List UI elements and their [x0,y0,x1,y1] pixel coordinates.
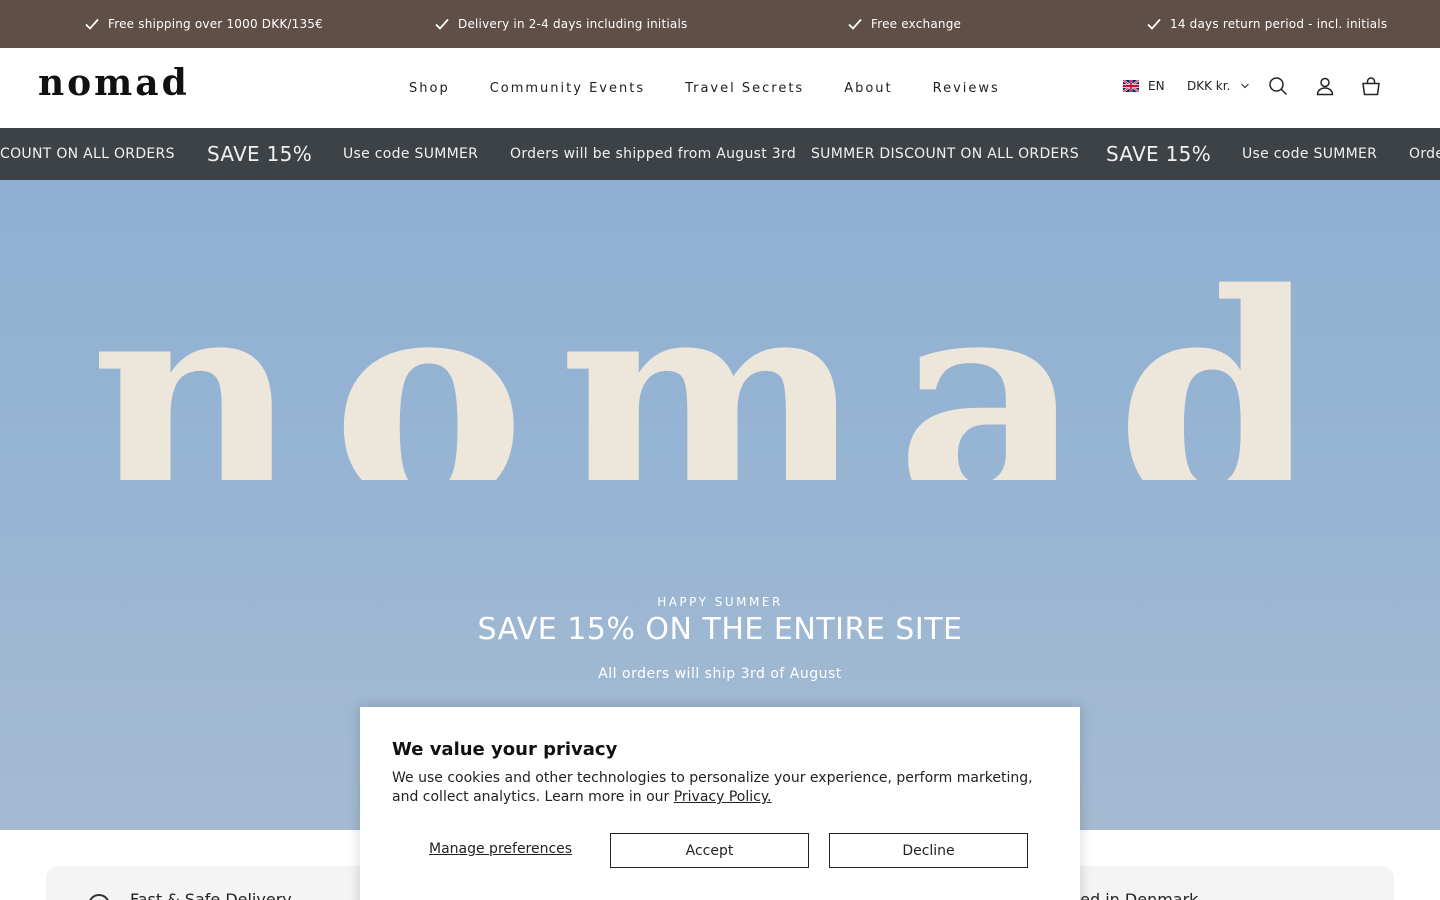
language-label: EN [1148,79,1165,93]
cookie-text: We use cookies and other technologies to… [392,769,1042,807]
nav-travel-secrets[interactable]: Travel Secrets [685,81,804,96]
delivery-icon [88,894,110,900]
privacy-policy-link[interactable]: Privacy Policy. [674,789,772,805]
marquee-item: COUNT ON ALL ORDERS [0,146,175,162]
hero-subtitle: All orders will ship 3rd of August [598,666,842,682]
cookie-title: We value your privacy [392,739,618,760]
announcement-text: Delivery in 2-4 days including initials [458,17,688,31]
language-selector[interactable]: EN [1123,79,1165,93]
currency-label: DKK kr. [1187,79,1231,93]
decline-button[interactable]: Decline [829,833,1028,868]
announcement-text: Free exchange [871,17,962,31]
announcement-bar: Free shipping over 1000 DKK/135€ Deliver… [0,0,1440,48]
hero-logo: nomad [89,231,1351,480]
announcement-item: 14 days return period - incl. initials [1146,0,1387,48]
cart-icon [1362,77,1380,96]
account-icon [1316,77,1334,96]
hero-logo-text: nomad [89,231,1351,480]
uk-flag-icon [1123,80,1139,92]
site-logo[interactable]: nomad [38,62,190,104]
marquee-item: Orde [1409,146,1440,162]
announcement-item: Delivery in 2-4 days including initials [434,0,687,48]
nav-shop[interactable]: Shop [409,81,450,96]
marquee-item: Use code SUMMER [343,146,479,162]
marquee-item: Use code SUMMER [1242,146,1378,162]
marquee-item: SAVE 15% [207,142,312,166]
announcement-text: Free shipping over 1000 DKK/135€ [108,17,323,31]
cookie-consent-dialog: We value your privacy We use cookies and… [360,707,1080,900]
nav-community-events[interactable]: Community Events [490,81,645,96]
account-button[interactable] [1314,75,1336,97]
checkmark-icon [1147,18,1161,30]
checkmark-icon [435,18,449,30]
checkmark-icon [848,18,862,30]
nav-about[interactable]: About [844,81,892,96]
marquee-item: Orders will be shipped from August 3rd [510,146,797,162]
main-nav: Shop Community Events Travel Secrets Abo… [409,48,1000,128]
announcement-item: Free shipping over 1000 DKK/135€ [84,0,323,48]
marquee-item: SUMMER DISCOUNT ON ALL ORDERS [811,146,1079,162]
accept-button[interactable]: Accept [610,833,809,868]
hero-title: SAVE 15% ON THE ENTIRE SITE [477,612,963,647]
search-icon [1269,77,1288,96]
announcement-item: Free exchange [847,0,961,48]
checkmark-icon [85,18,99,30]
feature-delivery: Fast & Safe Delivery [130,890,292,900]
announcement-text: 14 days return period - incl. initials [1170,17,1388,31]
currency-selector[interactable]: DKK kr. [1187,79,1250,93]
search-button[interactable] [1267,75,1289,97]
nav-reviews[interactable]: Reviews [933,81,1000,96]
hero-eyebrow: HAPPY SUMMER [657,595,783,609]
feature-denmark: ned in Denmark [1070,890,1199,900]
manage-preferences-link[interactable]: Manage preferences [429,841,572,857]
cart-button[interactable] [1360,75,1382,97]
promo-marquee: COUNT ON ALL ORDERS SAVE 15% Use code SU… [0,128,1440,180]
marquee-item: SAVE 15% [1106,142,1211,166]
site-header: nomad Shop Community Events Travel Secre… [0,48,1440,128]
chevron-down-icon [1241,83,1250,89]
